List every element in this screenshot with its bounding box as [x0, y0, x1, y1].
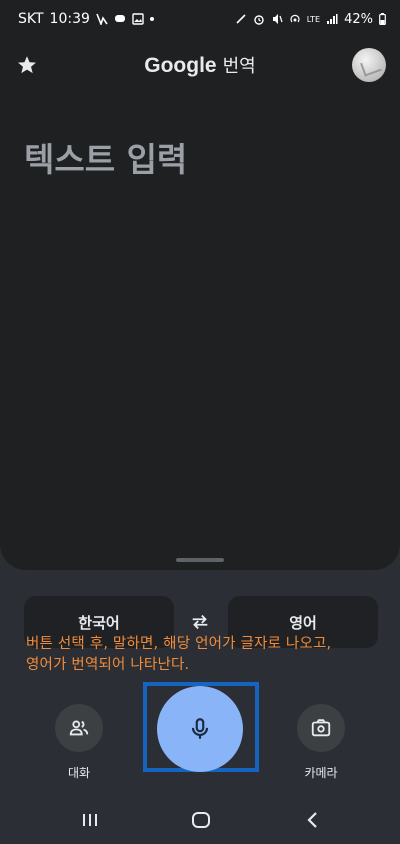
- carrier: SKT: [18, 11, 44, 27]
- annotation-line-1: 버튼 선택 후, 말하면, 해당 언어가 글자로 나오고,: [26, 636, 332, 652]
- annotation-line-2: 영어가 번역되어 나타난다.: [26, 657, 190, 673]
- saved-translations-button[interactable]: [14, 52, 40, 78]
- conversation-button[interactable]: [55, 704, 103, 752]
- conversation-label: 대화: [67, 766, 91, 780]
- clock: 10:39: [49, 11, 90, 27]
- hotspot-icon: [289, 13, 301, 25]
- recents-icon: [83, 814, 97, 826]
- alarm-icon: [253, 13, 265, 25]
- pen-icon: [235, 13, 247, 25]
- translation-input-card: Google 번역 텍스트 입력: [0, 38, 400, 570]
- app-title: Google 번역: [144, 52, 255, 78]
- gallery-icon: [132, 13, 144, 25]
- signal-icon: [326, 13, 338, 25]
- microphone-button[interactable]: [157, 686, 243, 772]
- swap-languages-button[interactable]: [186, 608, 214, 636]
- title-suffix: 번역: [222, 56, 256, 77]
- camera-icon: [311, 719, 331, 737]
- people-icon: [69, 720, 89, 736]
- mic-icon: [191, 718, 209, 739]
- network-type: LTE: [306, 14, 321, 24]
- home-icon: [192, 812, 210, 828]
- mute-icon: [271, 13, 283, 25]
- camera-label: 카메라: [304, 766, 338, 780]
- app-header: Google 번역: [0, 38, 400, 92]
- star-icon: [18, 56, 36, 74]
- home-button[interactable]: [189, 808, 213, 832]
- swap-arrows-icon: [192, 614, 208, 630]
- drag-handle[interactable]: [176, 558, 224, 562]
- back-button[interactable]: [301, 808, 325, 832]
- status-right: LTE 42%: [235, 12, 386, 27]
- annotation-text: 버튼 선택 후, 말하면, 해당 언어가 글자로 나오고, 영어가 번역되어 나…: [26, 634, 380, 676]
- avatar[interactable]: [352, 48, 386, 82]
- notification-icon-1: [96, 13, 108, 27]
- more-notifications-dot: [149, 17, 154, 21]
- chat-icon: [114, 13, 126, 25]
- battery-level: 42%: [344, 11, 373, 27]
- battery-icon: [379, 13, 386, 26]
- status-bar: SKT 10:39 LTE 42%: [0, 0, 400, 38]
- status-left: SKT 10:39: [18, 11, 154, 27]
- camera-button[interactable]: [297, 704, 345, 752]
- back-chevron-icon: [307, 812, 317, 828]
- recents-button[interactable]: [78, 808, 102, 832]
- title-brand: Google: [144, 54, 217, 77]
- text-input[interactable]: 텍스트 입력: [24, 133, 376, 181]
- system-nav-bar: [0, 796, 400, 844]
